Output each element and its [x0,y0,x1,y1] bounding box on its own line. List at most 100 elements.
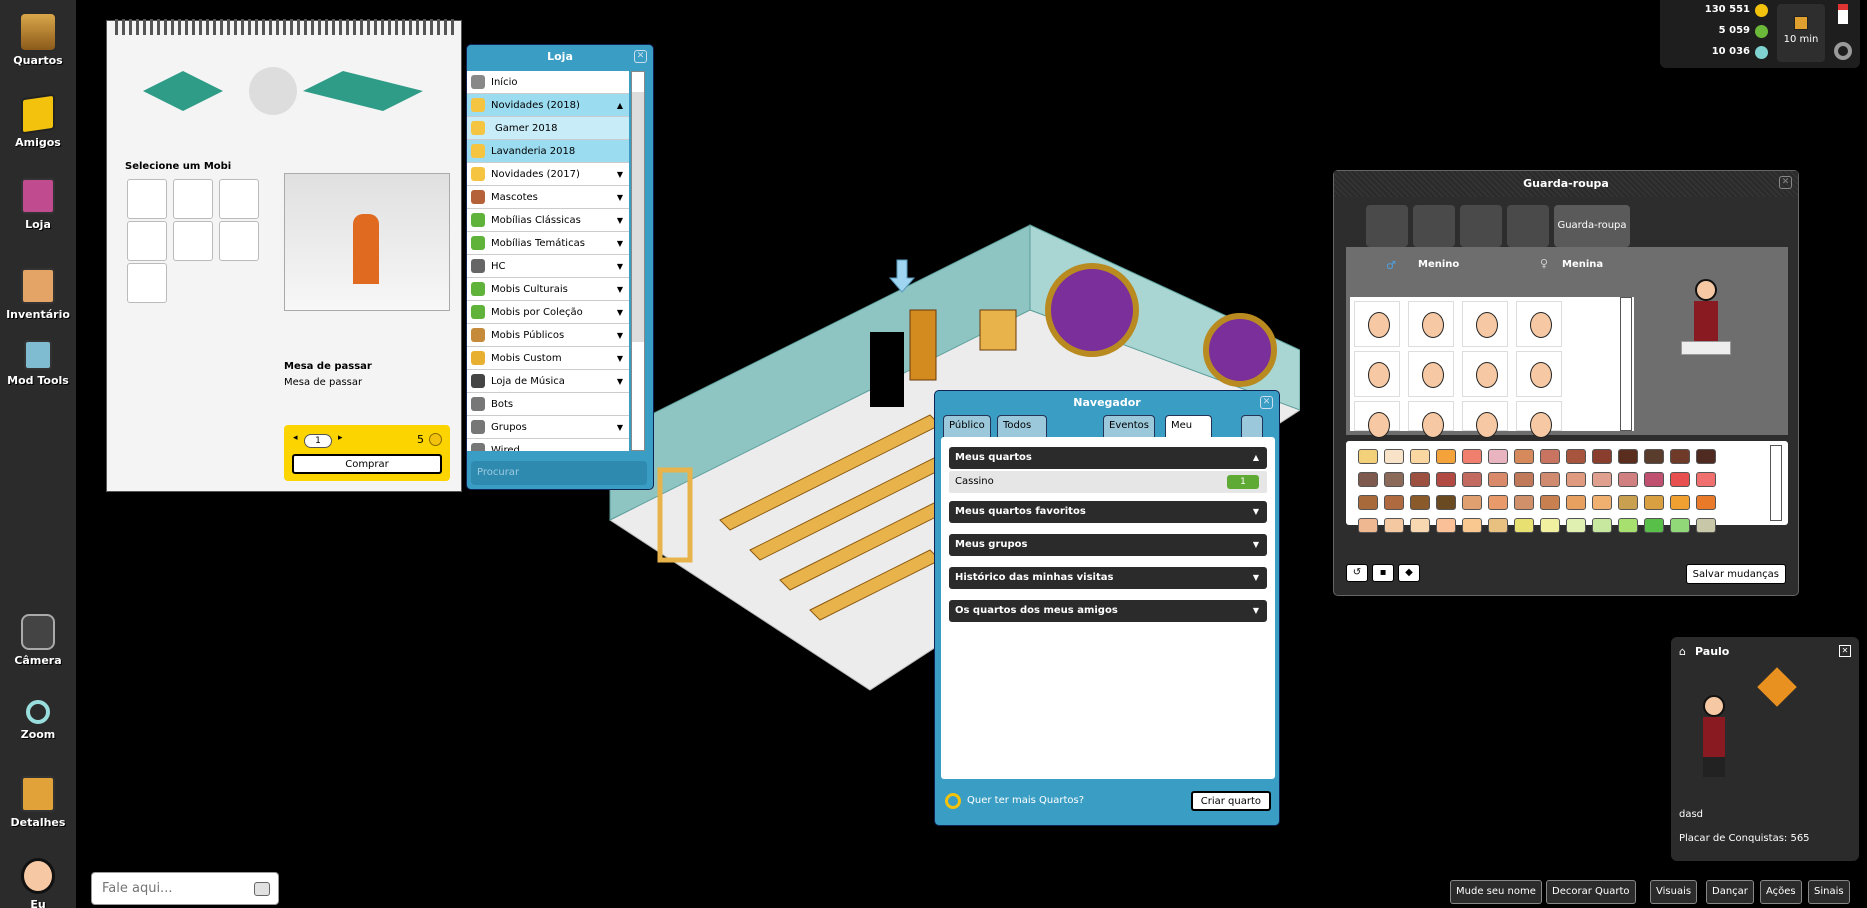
color-swatch[interactable] [1384,518,1404,533]
color-swatch[interactable] [1540,495,1560,510]
head-option[interactable] [1354,301,1400,347]
male-label[interactable]: Menino [1418,259,1459,270]
staff-badge[interactable] [1757,667,1797,707]
chat-input[interactable] [92,873,242,904]
loja-category-item[interactable]: Mobis Custom ▼ [467,347,629,370]
color-swatch[interactable] [1462,518,1482,533]
head-option[interactable] [1354,401,1400,438]
color-swatch[interactable] [1384,472,1404,487]
sidebar-item-amigos[interactable]: Amigos [0,93,76,149]
section-historico[interactable]: Histórico das minhas visitas ▼ [949,567,1267,589]
color-swatch[interactable] [1566,518,1586,533]
mobi-slot[interactable] [219,179,259,219]
save-changes-button[interactable]: Salvar mudanças [1685,564,1786,584]
color-swatch[interactable] [1462,495,1482,510]
increase-icon[interactable]: ▸ [338,433,343,443]
color-swatch[interactable] [1592,518,1612,533]
color-swatch[interactable] [1644,518,1664,533]
color-swatch[interactable] [1488,472,1508,487]
lighthouse-icon[interactable] [1838,4,1848,24]
color-swatch[interactable] [1696,472,1716,487]
visuals-button[interactable]: Visuais [1650,880,1698,904]
shirt-tab-icon[interactable] [1460,205,1502,247]
head-option[interactable] [1408,301,1454,347]
body-tab-icon[interactable] [1366,205,1408,247]
color-swatch[interactable] [1644,495,1664,510]
loja-category-item[interactable]: Wired [467,439,629,451]
mobi-slot[interactable] [173,221,213,261]
color-swatch[interactable] [1462,472,1482,487]
color-swatch[interactable] [1358,518,1378,533]
loja-category-item[interactable]: Mobis Públicos ▼ [467,324,629,347]
room-info-icon[interactable] [1241,415,1263,437]
color-swatch[interactable] [1540,472,1560,487]
sidebar-item-mod-tools[interactable]: Mod Tools [0,340,76,387]
actions-button[interactable]: Ações [1760,880,1802,904]
female-icon[interactable]: ♀ [1540,257,1548,270]
hc-timer[interactable]: 10 min [1777,4,1825,62]
gear-icon[interactable] [1834,42,1852,60]
head-option[interactable] [1516,401,1562,438]
loja-category-item[interactable]: Bots [467,393,629,416]
color-swatch[interactable] [1618,472,1638,487]
color-swatch[interactable] [1618,449,1638,464]
color-swatch[interactable] [1696,518,1716,533]
color-swatch[interactable] [1436,518,1456,533]
color-swatch[interactable] [1488,518,1508,533]
sidebar-item-camera[interactable]: Câmera [0,614,76,667]
female-label[interactable]: Menina [1562,259,1603,270]
color-swatch[interactable] [1514,518,1534,533]
chat-style-icon[interactable] [254,882,270,896]
color-swatch[interactable] [1540,449,1560,464]
color-swatch[interactable] [1358,472,1378,487]
loja-category-item[interactable]: Início [467,71,629,94]
color-swatch[interactable] [1462,449,1482,464]
close-icon[interactable]: ✕ [1779,176,1792,189]
head-tab-icon[interactable] [1413,205,1455,247]
color-swatch[interactable] [1410,472,1430,487]
color-swatch[interactable] [1540,518,1560,533]
close-icon[interactable]: ✕ [1260,396,1273,409]
mobi-slot[interactable] [219,221,259,261]
mobi-slot[interactable] [127,179,167,219]
head-option[interactable] [1408,401,1454,438]
buy-button[interactable]: Comprar [292,454,442,474]
color-swatch[interactable] [1358,449,1378,464]
color-swatch[interactable] [1514,495,1534,510]
color-swatch[interactable] [1436,449,1456,464]
color-swatch[interactable] [1644,449,1664,464]
color-swatch[interactable] [1566,495,1586,510]
undo-icon[interactable]: ↺ [1346,564,1368,582]
room-row[interactable]: Cassino 1 [949,471,1267,493]
signs-button[interactable]: Sinais [1808,880,1850,904]
loja-category-item[interactable]: HC ▼ [467,255,629,278]
sidebar-item-inventario[interactable]: Inventário [0,268,76,321]
section-meus-grupos[interactable]: Meus grupos ▼ [949,534,1267,556]
section-quartos-amigos[interactable]: Os quartos dos meus amigos ▼ [949,600,1267,622]
heads-scrollbar[interactable] [1620,297,1632,431]
close-icon[interactable]: ✕ [1839,645,1851,657]
color-swatch[interactable] [1670,518,1690,533]
color-swatch[interactable] [1384,449,1404,464]
color-swatch[interactable] [1488,449,1508,464]
color-swatch[interactable] [1618,495,1638,510]
color-swatch[interactable] [1566,472,1586,487]
loja-category-item[interactable]: Gamer 2018 [467,117,629,140]
color-swatch[interactable] [1384,495,1404,510]
colors-scrollbar[interactable] [1770,445,1782,521]
loja-category-item[interactable]: Mobis por Coleção ▼ [467,301,629,324]
color-swatch[interactable] [1670,495,1690,510]
section-meus-quartos[interactable]: Meus quartos ▲ [949,447,1267,469]
tab-eventos[interactable]: Eventos [1103,415,1155,437]
color-swatch[interactable] [1644,472,1664,487]
mobi-slot[interactable] [127,221,167,261]
color-swatch[interactable] [1358,495,1378,510]
loja-category-item[interactable]: Novidades (2017) ▼ [467,163,629,186]
loja-category-item[interactable]: Mobis Culturais ▼ [467,278,629,301]
tab-todos-os-quartos[interactable]: Todos os quartos [997,415,1048,471]
color-swatch[interactable] [1696,449,1716,464]
tab-guarda-roupa[interactable]: Guarda-roupa [1554,205,1630,247]
sidebar-item-loja[interactable]: Loja [0,178,76,231]
mobi-slot[interactable] [173,179,213,219]
loja-category-item[interactable]: Lavanderia 2018 [467,140,629,163]
